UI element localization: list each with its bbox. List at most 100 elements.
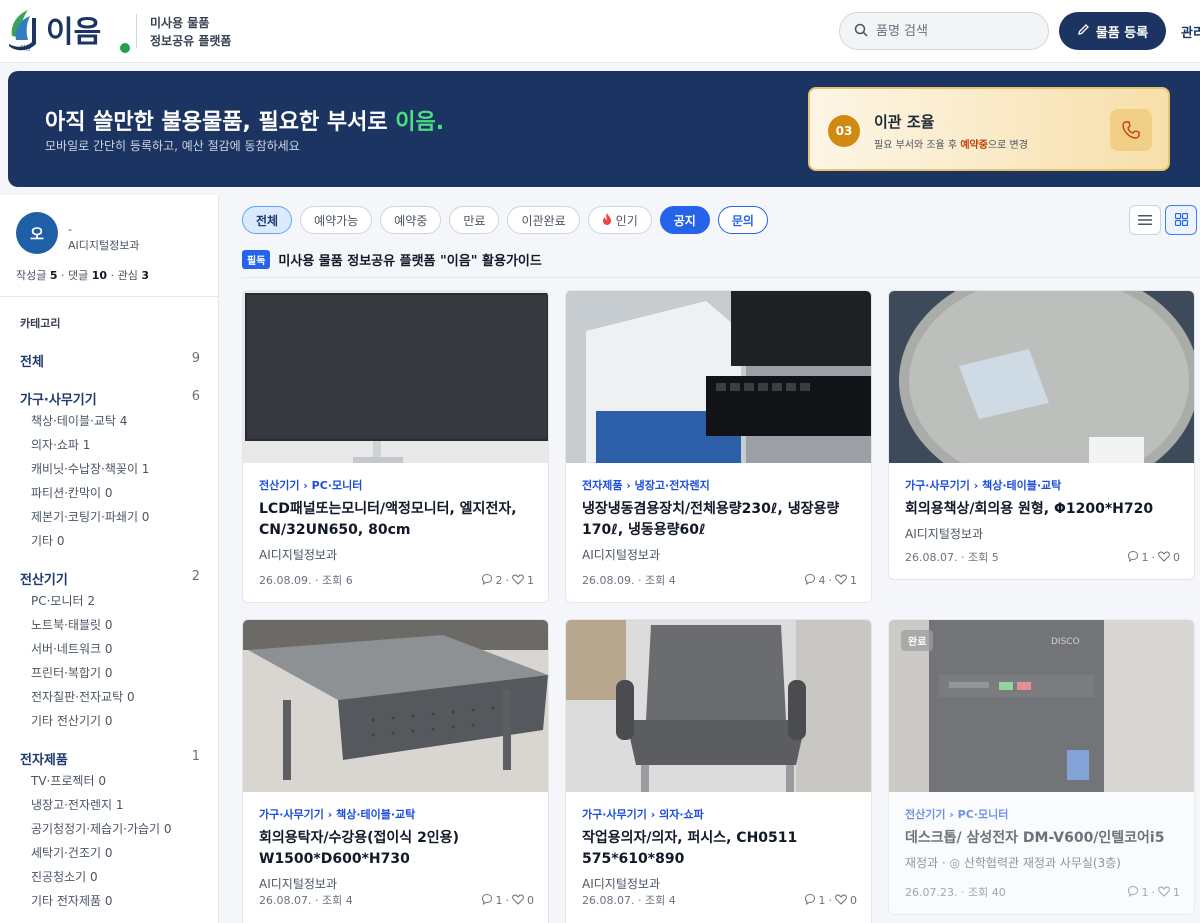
grid-view-button[interactable]	[1165, 205, 1197, 235]
category-group-computers: 전산기기 2 PC·모니터 2 노트북·태블릿 0 서버·네트워크 0 프린터·복…	[20, 569, 200, 733]
filter-expired[interactable]: 만료	[449, 206, 500, 234]
fire-icon	[602, 212, 612, 228]
heart-icon	[835, 573, 847, 588]
category-all[interactable]: 전체 9	[20, 351, 200, 371]
category-sub-item[interactable]: 진공청소기 0	[31, 865, 200, 889]
item-dept: 재정과 · ◎ 산학협력관 재정과 사무실(3층)	[905, 856, 1121, 870]
category-sub-item[interactable]: 파티션·칸막이 0	[31, 481, 200, 505]
category-sub-item[interactable]: 서버·네트워크 0	[31, 637, 200, 661]
logo-text: 이음	[46, 15, 101, 50]
item-card[interactable]: DISCO 완료 전산기기 › PC·모니터 데스크톱/ 삼성전자 DM-V60…	[888, 619, 1195, 915]
item-category: 가구·사무기기 › 의자·쇼파	[582, 808, 704, 821]
banner-title: 아직 쓸만한 불용물품, 필요한 부서로 이음.	[45, 104, 444, 136]
comment-icon	[481, 573, 493, 588]
category-sub-item[interactable]: 노트북·태블릿 0	[31, 613, 200, 637]
comment-icon	[1127, 550, 1139, 565]
banner-subtitle: 모바일로 간단히 등록하고, 예산 절감에 동참하세요	[45, 139, 300, 153]
item-title[interactable]: 작업용의자/의자, 퍼시스, CH0511 575*610*890	[582, 828, 862, 870]
item-title[interactable]: 회의용책상/회의용 원형, Φ1200*H720	[905, 499, 1185, 520]
category-count: 1	[191, 749, 200, 764]
hero-banner: 아직 쓸만한 불용물품, 필요한 부서로 이음. 모바일로 간단히 등록하고, …	[8, 71, 1200, 187]
category-sub-item[interactable]: 세탁기·건조기 0	[31, 841, 200, 865]
item-card[interactable]: 가구·사무기기 › 의자·쇼파 작업용의자/의자, 퍼시스, CH0511 57…	[565, 619, 872, 923]
comment-count: 1	[495, 894, 503, 907]
step-number: 03	[828, 115, 860, 147]
pinned-notice-title[interactable]: 미사용 물품 정보공유 플랫폼 "이음" 활용가이드	[278, 250, 541, 269]
pinned-notice[interactable]: 필독 미사용 물품 정보공유 플랫폼 "이음" 활용가이드	[242, 250, 1200, 278]
category-sub-item[interactable]: 기타 0	[31, 529, 200, 553]
tagline-line1: 미사용 물품	[150, 16, 210, 30]
item-meta: 26.08.09. · 조회 4	[582, 574, 676, 587]
item-photo	[243, 620, 548, 792]
item-card-body: 전산기기 › PC·모니터 데스크톱/ 삼성전자 DM-V600/인텔코어i5 …	[905, 806, 1185, 871]
item-stats: 2 · 1	[481, 573, 534, 588]
like-count: 0	[1173, 551, 1180, 564]
item-card[interactable]: 가구·사무기기 › 책상·테이블·교탁 회의용책상/회의용 원형, Φ1200*…	[888, 290, 1195, 580]
process-step-card: 03 이관 조율 필요 부서와 조율 후 예약중으로 변경	[808, 87, 1170, 171]
item-category: 전산기기 › PC·모니터	[905, 808, 1009, 821]
comments-label: 댓글	[68, 269, 89, 282]
register-item-button[interactable]: 물품 등록	[1059, 12, 1166, 50]
category-sub-item[interactable]: 냉장고·전자렌지 1	[31, 793, 200, 817]
category-all-label[interactable]: 전체	[20, 351, 44, 371]
search-icon	[854, 22, 868, 41]
app-logo[interactable]: 이음 이음	[6, 6, 130, 56]
item-category: 가구·사무기기 › 책상·테이블·교탁	[259, 808, 416, 821]
item-meta: 26.08.09. · 조회 6	[259, 574, 353, 587]
category-main-computers[interactable]: 전산기기 2	[20, 569, 200, 589]
filter-notice[interactable]: 공지	[659, 206, 710, 234]
category-heading: 카테고리	[20, 317, 61, 330]
item-dept: AI디지털정보과	[905, 527, 983, 541]
filter-available[interactable]: 예약가능	[300, 206, 373, 234]
category-sub-item[interactable]: 책상·테이블·교탁 4	[31, 409, 200, 433]
filter-reserved[interactable]: 예약중	[380, 206, 442, 234]
search-box[interactable]	[839, 12, 1049, 50]
category-sub-item[interactable]: 프린터·복합기 0	[31, 661, 200, 685]
item-card[interactable]: 전자제품 › 냉장고·전자렌지 냉장냉동겸용장치/전체용량230ℓ, 냉장용량 …	[565, 290, 872, 603]
category-sub-item[interactable]: 기타 전산기기 0	[31, 709, 200, 733]
item-title[interactable]: 회의용탁자/수강용(접이식 2인용) W1500*D600*H730	[259, 828, 539, 870]
banner-title-accent: 이음.	[395, 110, 445, 135]
like-count: 0	[850, 894, 857, 907]
category-sub-item[interactable]: 기타 전자제품 0	[31, 889, 200, 913]
category-sub-item[interactable]: 캐비닛·수납장·책꽂이 1	[31, 457, 200, 481]
item-title[interactable]: 냉장냉동겸용장치/전체용량230ℓ, 냉장용량 170ℓ, 냉동용량60ℓ	[582, 499, 862, 541]
user-stats: 작성글 5 · 댓글 10 · 관심 3	[16, 269, 149, 282]
category-sub-item[interactable]: PC·모니터 2	[31, 589, 200, 613]
pencil-icon	[1077, 23, 1090, 40]
filter-popular-label: 인기	[615, 213, 638, 228]
comment-count: 1	[1141, 886, 1149, 899]
filter-all[interactable]: 전체	[242, 206, 293, 234]
avatar[interactable]: 오	[16, 212, 58, 254]
item-card[interactable]: 가구·사무기기 › 책상·테이블·교탁 회의용탁자/수강용(접이식 2인용) W…	[242, 619, 549, 923]
category-sub-item[interactable]: TV·프로젝터 0	[31, 769, 200, 793]
admin-link[interactable]: 관리	[1181, 22, 1200, 41]
heart-icon	[1158, 550, 1170, 565]
item-title[interactable]: 데스크톱/ 삼성전자 DM-V600/인텔코어i5	[905, 828, 1185, 849]
filter-transferred[interactable]: 이관완료	[507, 206, 580, 234]
category-label: 가구·사무기기	[20, 393, 97, 408]
search-input[interactable]	[876, 23, 1026, 39]
item-photo: DISCO	[889, 620, 1194, 792]
grid-icon	[1174, 211, 1188, 230]
category-sub-item[interactable]: 제본기·코팅기·파쇄기 0	[31, 505, 200, 529]
interests-count: 3	[141, 269, 149, 282]
comment-icon	[804, 573, 816, 588]
item-photo	[566, 291, 871, 463]
item-card[interactable]: 전산기기 › PC·모니터 LCD패널또는모니터/액정모니터, 엘지전자, CN…	[242, 290, 549, 603]
filter-popular[interactable]: 인기	[587, 206, 652, 234]
step-desc-highlight: 예약중	[960, 140, 988, 151]
filter-inquiry[interactable]: 문의	[717, 206, 768, 234]
like-count: 0	[527, 894, 534, 907]
item-title[interactable]: LCD패널또는모니터/액정모니터, 엘지전자, CN/32UN650, 80cm	[259, 499, 539, 541]
logo-divider	[136, 14, 137, 48]
category-main-furniture[interactable]: 가구·사무기기 6	[20, 389, 200, 409]
list-view-button[interactable]	[1129, 205, 1161, 235]
category-main-electronics[interactable]: 전자제품 1	[20, 749, 200, 769]
item-dept: AI디지털정보과	[259, 877, 337, 891]
step-description: 필요 부서와 조율 후 예약중으로 변경	[874, 136, 1028, 151]
category-sub-item[interactable]: 전자칠판·전자교탁 0	[31, 685, 200, 709]
comment-icon	[481, 893, 493, 908]
category-sub-item[interactable]: 공기청정기·제습기·가습기 0	[31, 817, 200, 841]
category-sub-item[interactable]: 의자·쇼파 1	[31, 433, 200, 457]
